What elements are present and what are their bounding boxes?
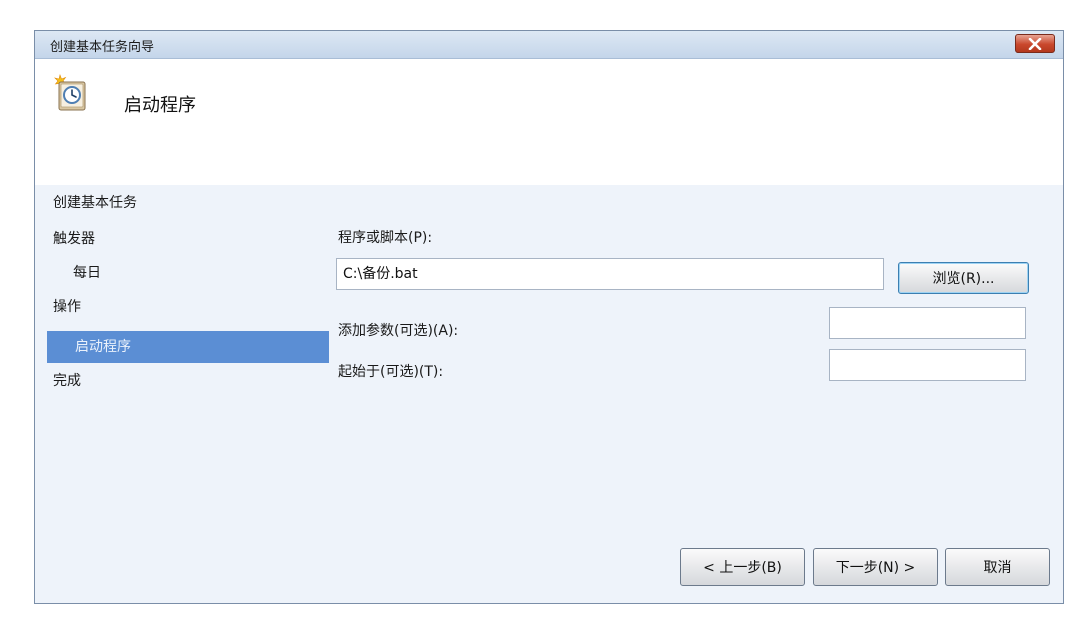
step-finish[interactable]: 完成 bbox=[35, 365, 301, 397]
task-scheduler-clock-icon bbox=[51, 73, 91, 113]
window-title: 创建基本任务向导 bbox=[50, 40, 155, 55]
start-in-input[interactable] bbox=[829, 349, 1026, 381]
arguments-label: 添加参数(可选)(A): bbox=[338, 323, 459, 339]
program-script-label: 程序或脚本(P): bbox=[338, 230, 433, 246]
step-start-program[interactable]: 启动程序 bbox=[47, 331, 329, 363]
program-script-input[interactable]: C:\备份.bat bbox=[336, 258, 884, 290]
start-in-label: 起始于(可选)(T): bbox=[338, 364, 444, 380]
arguments-input[interactable] bbox=[829, 307, 1026, 339]
title-bar[interactable]: 创建基本任务向导 bbox=[35, 31, 1063, 59]
wizard-steps-sidebar: 创建基本任务 触发器 每日 操作 启动程序 完成 bbox=[35, 185, 329, 603]
browse-button[interactable]: 浏览(R)... bbox=[898, 262, 1029, 294]
cancel-button[interactable]: 取消 bbox=[945, 548, 1050, 586]
next-button[interactable]: 下一步(N) > bbox=[813, 548, 938, 586]
step-trigger[interactable]: 触发器 bbox=[35, 223, 301, 255]
step-create-basic-task[interactable]: 创建基本任务 bbox=[35, 187, 301, 219]
wizard-header: 启动程序 bbox=[35, 59, 1063, 185]
step-daily[interactable]: 每日 bbox=[35, 257, 301, 289]
page-title: 启动程序 bbox=[124, 95, 196, 116]
close-icon bbox=[1028, 37, 1042, 50]
wizard-window: 创建基本任务向导 启动程序 创建基本任务 触发器 每日 操作 启动程序 完成 程… bbox=[34, 30, 1064, 604]
close-button[interactable] bbox=[1015, 34, 1055, 53]
step-action[interactable]: 操作 bbox=[35, 291, 301, 323]
back-button[interactable]: < 上一步(B) bbox=[680, 548, 805, 586]
